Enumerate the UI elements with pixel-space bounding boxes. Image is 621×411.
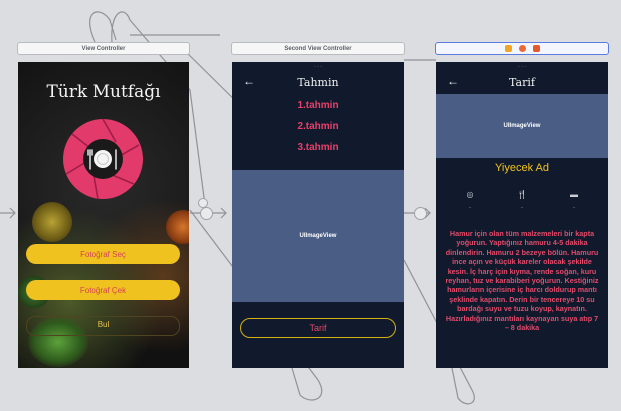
first-responder-icon[interactable] <box>518 45 526 52</box>
meta-time-value: - <box>469 205 471 211</box>
nav-title: Tarif <box>509 76 535 89</box>
image-view-label: UIImageView <box>299 233 337 239</box>
photo-take-button[interactable]: Fotoğraf Çek <box>26 280 180 300</box>
image-view-label: UIImageView <box>503 123 541 129</box>
recipe-text: Hamur için olan tüm malzemeleri bir kapt… <box>445 229 599 333</box>
view-controller-screen: Türk Mutfağı Fotoğraf Seç Fotoğraf Çek B… <box>18 62 189 368</box>
meta-servings-value: - <box>521 205 523 211</box>
find-button[interactable]: Bul <box>18 320 189 329</box>
clock-icon: ◎ <box>466 190 474 199</box>
oil-bowl-image <box>32 202 72 242</box>
lentil-bowl-image <box>166 210 189 244</box>
guess-label-2: 2.tahmin <box>297 121 339 132</box>
image-view: UIImageView <box>232 170 404 302</box>
segue-icon[interactable] <box>414 207 427 220</box>
segue-icon[interactable] <box>200 207 213 220</box>
utensils-icon: 🍴 <box>517 190 527 199</box>
guess-label-3: 3.tahmin <box>297 142 339 153</box>
nav-title: Tahmin <box>297 76 339 89</box>
scene-title: View Controller <box>81 45 126 52</box>
scene-bar-third-view-controller[interactable] <box>435 42 609 55</box>
segue-icon[interactable] <box>198 198 208 208</box>
meta-calendar: ▬ - <box>554 190 594 211</box>
calendar-icon: ▬ <box>570 190 578 199</box>
meta-calendar-value: - <box>573 205 575 211</box>
view-controller-icon[interactable] <box>504 45 512 52</box>
recipe-button[interactable]: Tarif <box>240 318 396 338</box>
storyboard-canvas[interactable]: View Controller Second View Controller T… <box>0 0 621 411</box>
recipe-screen: ▪ ▪ ▪ ← Tarif UIImageView Yiyecek Ad ◎ -… <box>436 62 608 368</box>
guess-label-1: 1.tahmin <box>297 100 339 111</box>
app-title: Türk Mutfağı <box>46 82 161 102</box>
image-view: UIImageView <box>436 94 608 158</box>
status-bar: ▪ ▪ ▪ <box>517 64 527 70</box>
food-name-label: Yiyecek Ad <box>494 162 549 174</box>
second-view-controller-screen: ▪ ▪ ▪ ← Tahmin 1.tahmin 2.tahmin 3.tahmi… <box>232 62 404 368</box>
meta-time: ◎ - <box>450 190 490 211</box>
status-bar: ▪ ▪ ▪ <box>313 64 323 70</box>
scene-bar-view-controller[interactable]: View Controller <box>17 42 190 55</box>
exit-icon[interactable] <box>532 45 540 52</box>
scene-bar-second-view-controller[interactable]: Second View Controller <box>231 42 405 55</box>
meta-servings: 🍴 - <box>502 190 542 211</box>
photo-select-button[interactable]: Fotoğraf Seç <box>26 244 180 264</box>
scene-title: Second View Controller <box>284 45 352 52</box>
camera-shutter-plate-icon <box>63 118 143 200</box>
